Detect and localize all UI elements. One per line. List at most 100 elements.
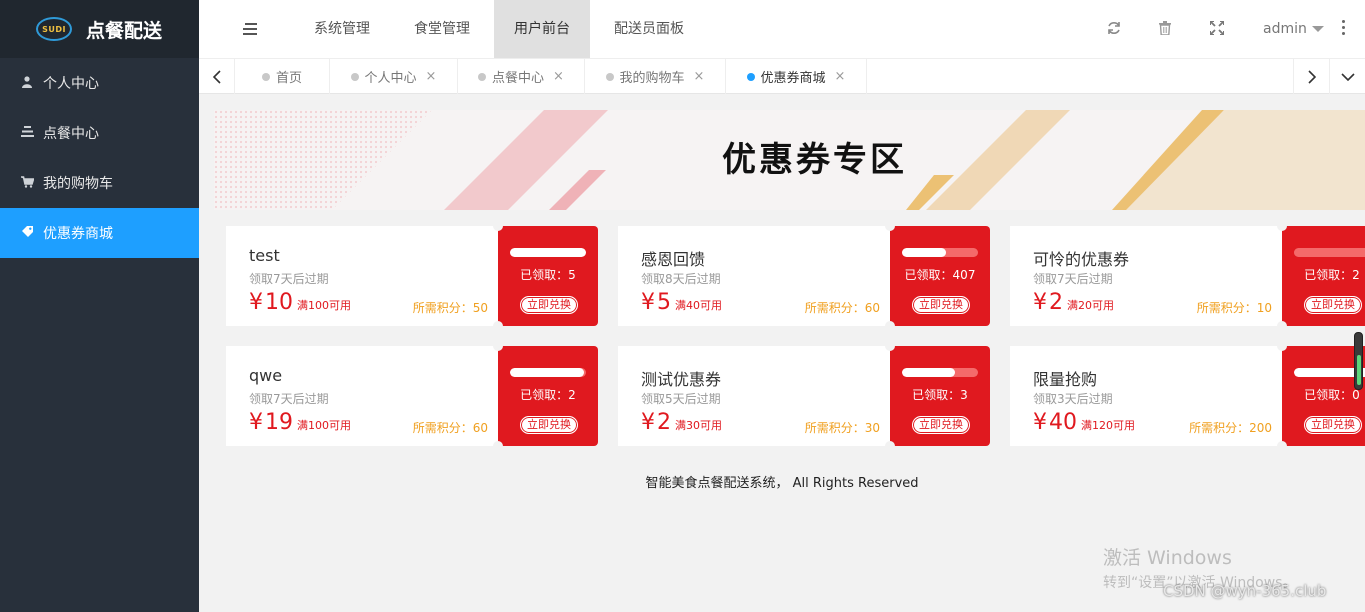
tab-coupon-mall[interactable]: 优惠券商城 × (726, 59, 867, 94)
footer-copyright: 智能美食点餐配送系统， All Rights Reserved (645, 476, 919, 491)
tab-home[interactable]: 首页 (235, 59, 330, 94)
claimed-count: 已领取：2 (520, 388, 576, 402)
banner-title: 优惠券专区 (722, 140, 907, 180)
tab-dot-icon (350, 72, 359, 81)
redeem-button[interactable]: 立即兑换 (1304, 416, 1362, 434)
coupon-price: ¥40 满120可用 (1033, 410, 1135, 435)
tab-dot-icon (746, 72, 755, 81)
nav-system-management[interactable]: 系统管理 (294, 0, 390, 58)
close-icon[interactable]: × (835, 69, 846, 84)
coupon-points: 所需积分：50 (412, 301, 488, 315)
claimed-count: 已领取：0 (1304, 388, 1360, 402)
coupon-price: ¥19 满100可用 (249, 410, 351, 435)
chevron-down-icon[interactable] (1329, 59, 1365, 94)
tab-dot-icon (478, 72, 487, 81)
claimed-count: 已领取：407 (904, 268, 976, 282)
sidebar-item-label: 我的购物车 (43, 176, 113, 192)
cart-icon (20, 175, 35, 191)
claim-progress-bar (510, 368, 586, 377)
claim-progress-bar (510, 248, 586, 257)
coupon-card: 限量抢购 领取3天后过期 ¥40 满120可用 所需积分：200 已领取：0 立即… (1010, 346, 1365, 446)
coupon-price: ¥10 满100可用 (249, 290, 351, 315)
username: admin (1263, 21, 1307, 37)
tab-dot-icon (261, 72, 270, 81)
tab-label: 我的购物车 (619, 71, 685, 86)
csdn-watermark: CSDN @wyn-365.club (1163, 582, 1327, 600)
nav-user-frontend[interactable]: 用户前台 (494, 0, 590, 58)
tab-label: 个人中心 (364, 71, 417, 86)
scrollbar-thumb[interactable] (1354, 332, 1363, 390)
coupon-name: test (249, 246, 280, 265)
coupon-price: ¥5 满40可用 (641, 290, 722, 315)
sidebar-item-label: 点餐中心 (43, 126, 99, 142)
close-icon[interactable]: × (694, 69, 705, 84)
coupon-expiry: 领取8天后过期 (641, 272, 721, 286)
coupon-points: 所需积分：10 (1196, 301, 1272, 315)
coupon-card: 可怜的优惠券 领取7天后过期 ¥2 满20可用 所需积分：10 已领取：2 立即兑… (1010, 226, 1365, 326)
coupon-banner: 优惠券专区 (214, 110, 1365, 210)
menu-collapse-icon[interactable] (241, 19, 259, 39)
tab-label: 点餐中心 (492, 71, 545, 86)
coupon-name: qwe (249, 366, 283, 385)
caret-down-icon (1311, 26, 1324, 32)
coupon-expiry: 领取7天后过期 (249, 392, 329, 406)
close-icon[interactable]: × (426, 69, 437, 84)
sidebar-item-personal-center[interactable]: 个人中心 (0, 58, 199, 108)
claim-progress-bar (1294, 248, 1365, 257)
claimed-count: 已领取：3 (912, 388, 968, 402)
tab-bar: 首页 个人中心 × 点餐中心 × 我的购物车 × 优惠券商城 × (199, 58, 1365, 94)
coupon-name: 限量抢购 (1033, 370, 1098, 389)
coupon-expiry: 领取7天后过期 (1033, 272, 1113, 286)
logo-icon: SUDI (36, 17, 72, 41)
tab-dot-icon (605, 72, 614, 81)
claim-progress-bar (902, 368, 978, 377)
more-vertical-icon[interactable] (1342, 20, 1346, 36)
coupon-expiry: 领取3天后过期 (1033, 392, 1113, 406)
coupon-price: ¥2 满30可用 (641, 410, 722, 435)
tab-shopping-cart[interactable]: 我的购物车 × (585, 59, 726, 94)
app-title: 点餐配送 (86, 19, 163, 42)
coupon-points: 所需积分：200 (1189, 421, 1272, 435)
user-menu[interactable]: admin (1263, 0, 1324, 58)
sidebar: SUDI 点餐配送 个人中心 点餐中心 我的购物车 优惠券商城 (0, 0, 199, 612)
activation-title: 激活 Windows (1103, 547, 1232, 569)
coupon-card: 测试优惠券 领取5天后过期 ¥2 满30可用 所需积分：30 已领取：3 立即兑换 (618, 341, 990, 451)
tab-label: 首页 (275, 71, 302, 86)
tab-order-center[interactable]: 点餐中心 × (458, 59, 585, 94)
user-icon (20, 75, 34, 91)
sidebar-item-order-center[interactable]: 点餐中心 (0, 108, 199, 158)
redeem-button[interactable]: 立即兑换 (1304, 296, 1362, 314)
fullscreen-icon[interactable] (1208, 18, 1226, 38)
tab-label: 优惠券商城 (760, 71, 826, 86)
coupon-points: 所需积分：60 (412, 421, 488, 435)
sidebar-item-coupon-mall[interactable]: 优惠券商城 (0, 208, 199, 258)
redeem-button[interactable]: 立即兑换 (912, 416, 970, 434)
coupon-price: ¥2 满20可用 (1033, 290, 1114, 315)
coupon-name: 测试优惠券 (641, 370, 722, 389)
claimed-count: 已领取：2 (1304, 268, 1360, 282)
coupon-points: 所需积分：60 (804, 301, 880, 315)
redeem-button[interactable]: 立即兑换 (520, 296, 578, 314)
sidebar-item-shopping-cart[interactable]: 我的购物车 (0, 158, 199, 208)
coupon-expiry: 领取5天后过期 (641, 392, 721, 406)
nav-canteen-management[interactable]: 食堂管理 (394, 0, 490, 58)
redeem-button[interactable]: 立即兑换 (912, 296, 970, 314)
sidebar-item-label: 个人中心 (43, 76, 99, 92)
claimed-count: 已领取：5 (520, 268, 576, 282)
logo-bar: SUDI 点餐配送 (0, 0, 199, 58)
redeem-button[interactable]: 立即兑换 (520, 416, 578, 434)
coupon-points: 所需积分：30 (804, 421, 880, 435)
nav-courier-panel[interactable]: 配送员面板 (594, 0, 704, 58)
sidebar-item-label: 优惠券商城 (43, 226, 113, 242)
top-header: 系统管理 食堂管理 用户前台 配送员面板 admin (199, 0, 1365, 58)
coupon-card: qwe 领取7天后过期 ¥19 满100可用 所需积分：60 已领取：2 立即兑换 (226, 341, 598, 451)
close-icon[interactable]: × (553, 69, 564, 84)
coupon-expiry: 领取7天后过期 (249, 272, 329, 286)
coupon-card: test 领取7天后过期 ¥10 满100可用 所需积分：50 已领取：5 立即兑… (226, 221, 598, 331)
trash-icon[interactable] (1156, 18, 1174, 38)
chevron-left-icon[interactable] (199, 59, 235, 94)
coupon-card: 感恩回馈 领取8天后过期 ¥5 满40可用 所需积分：60 已领取：407 立即兑… (618, 221, 990, 331)
tab-personal-center[interactable]: 个人中心 × (330, 59, 458, 94)
chevron-right-icon[interactable] (1293, 59, 1329, 94)
refresh-icon[interactable] (1105, 18, 1123, 38)
